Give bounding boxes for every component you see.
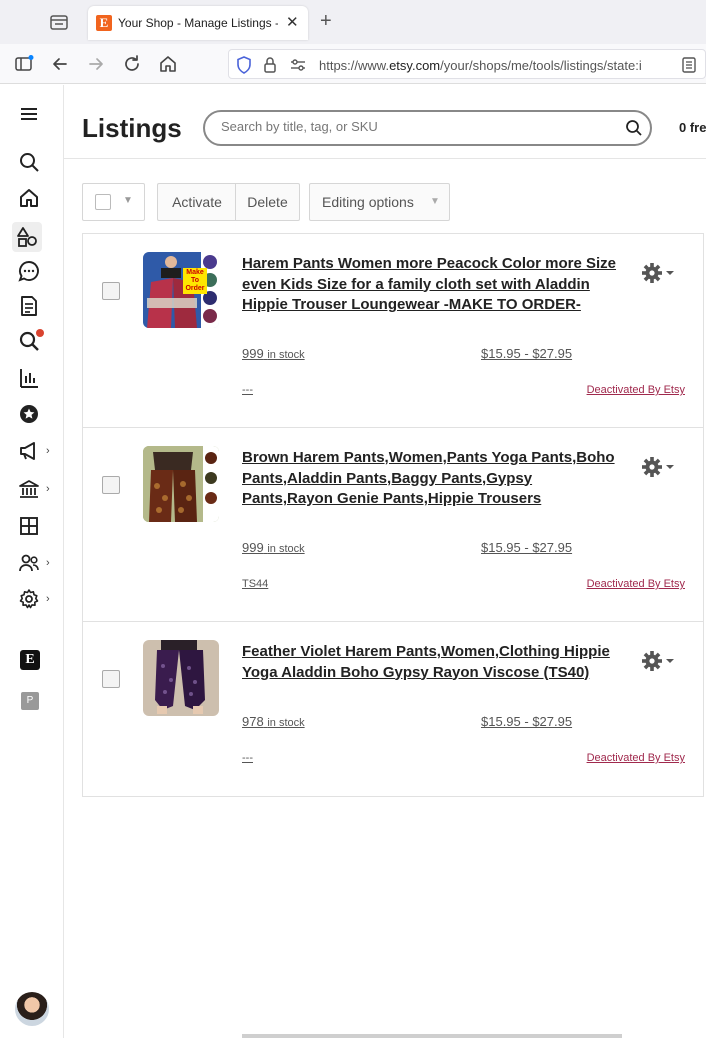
listing-card: Feather Violet Harem Pants,Women,Clothin… xyxy=(83,622,703,796)
price-link[interactable]: $15.95 - $27.95 xyxy=(481,346,572,361)
tracking-protection-shield-icon[interactable] xyxy=(236,56,252,74)
editing-options-label: Editing options xyxy=(322,194,414,210)
listing-checkbox[interactable] xyxy=(102,670,120,688)
search-icon[interactable] xyxy=(625,119,643,137)
select-all-checkbox[interactable] xyxy=(95,194,111,210)
price-link[interactable]: $15.95 - $27.95 xyxy=(481,540,572,555)
listing-checkbox[interactable] xyxy=(102,282,120,300)
avatar[interactable] xyxy=(15,992,49,1026)
next-listing-peek xyxy=(82,1030,704,1038)
community-people-icon[interactable] xyxy=(18,552,42,576)
sku-link[interactable]: TS44 xyxy=(242,578,268,590)
stock-count: 999 xyxy=(242,346,264,361)
listing-card: Brown Harem Pants,Women,Pants Yoga Pants… xyxy=(83,428,703,622)
sku-link[interactable]: --- xyxy=(242,752,253,764)
gear-icon[interactable] xyxy=(641,650,677,672)
listings-list: Make To Order Harem Pants Women more Pea… xyxy=(82,233,704,797)
stock-link[interactable]: 999 in stock xyxy=(242,540,305,555)
chevron-right-icon: › xyxy=(46,483,50,495)
chevron-right-icon: › xyxy=(46,445,50,457)
status-link[interactable]: Deactivated By Etsy xyxy=(587,384,685,396)
listings-icon[interactable] xyxy=(12,222,42,252)
header-divider xyxy=(64,158,706,159)
messages-icon[interactable] xyxy=(18,260,42,284)
activate-button[interactable]: Activate xyxy=(157,183,236,221)
browser-tab-strip: E Your Shop - Manage Listings - E ✕ + xyxy=(0,0,706,44)
sidebar-toggle-icon[interactable] xyxy=(14,54,34,74)
notification-dot xyxy=(36,329,44,337)
search-input[interactable] xyxy=(221,119,611,134)
pattern-badge[interactable]: P xyxy=(21,692,39,710)
search-box[interactable] xyxy=(203,110,652,146)
tab-title: Your Shop - Manage Listings - E xyxy=(118,16,278,30)
listing-thumbnail[interactable]: Make To Order xyxy=(143,252,219,328)
home-icon[interactable] xyxy=(18,187,42,211)
stock-count: 978 xyxy=(242,714,264,729)
price-link[interactable]: $15.95 - $27.95 xyxy=(481,714,572,729)
listing-card: Make To Order Harem Pants Women more Pea… xyxy=(83,234,703,428)
back-icon[interactable] xyxy=(50,54,70,74)
editing-options-button[interactable]: Editing options ▼ xyxy=(309,183,450,221)
stock-label: in stock xyxy=(267,717,305,729)
listing-thumbnail[interactable] xyxy=(143,446,219,522)
next-listing-title-peek xyxy=(242,1034,622,1038)
chevron-down-icon[interactable]: ▼ xyxy=(123,195,133,206)
tab-close-icon[interactable]: ✕ xyxy=(286,13,299,31)
stock-count: 999 xyxy=(242,540,264,555)
tab-list-icon[interactable] xyxy=(48,12,70,32)
settings-gear-icon[interactable] xyxy=(18,588,42,612)
home-icon[interactable] xyxy=(158,54,178,74)
new-tab-icon[interactable]: + xyxy=(320,10,332,33)
stock-link[interactable]: 978 in stock xyxy=(242,714,305,729)
lock-icon[interactable] xyxy=(263,56,277,74)
browser-nav-bar: https://www.etsy.com/your/shops/me/tools… xyxy=(0,44,706,84)
marketing-megaphone-icon[interactable] xyxy=(18,440,42,464)
status-link[interactable]: Deactivated By Etsy xyxy=(587,752,685,764)
url-host: etsy.com xyxy=(389,58,441,73)
stock-link[interactable]: 999 in stock xyxy=(242,346,305,361)
browser-tab-active[interactable]: E Your Shop - Manage Listings - E ✕ xyxy=(88,6,308,40)
listing-checkbox[interactable] xyxy=(102,476,120,494)
url-bar[interactable]: https://www.etsy.com/your/shops/me/tools… xyxy=(228,49,706,79)
etsy-favicon-icon: E xyxy=(96,15,112,31)
gear-icon[interactable] xyxy=(641,262,677,284)
url-path: /your/shops/me/tools/listings/state:i xyxy=(440,58,642,73)
etsy-logo-icon[interactable]: E xyxy=(20,650,40,670)
star-seller-icon[interactable] xyxy=(18,403,42,427)
reload-icon[interactable] xyxy=(122,54,142,74)
chevron-right-icon: › xyxy=(46,557,50,569)
sku-link[interactable]: --- xyxy=(242,384,253,396)
forward-icon[interactable] xyxy=(86,54,106,74)
reader-view-icon[interactable] xyxy=(681,56,697,74)
stock-label: in stock xyxy=(267,349,305,361)
chevron-down-icon: ▼ xyxy=(430,196,440,207)
search-icon[interactable] xyxy=(18,151,42,175)
free-listings-count: 0 free xyxy=(679,120,706,135)
status-link[interactable]: Deactivated By Etsy xyxy=(587,578,685,590)
chevron-right-icon: › xyxy=(46,593,50,605)
listing-title[interactable]: Feather Violet Harem Pants,Women,Clothin… xyxy=(242,642,622,683)
gear-icon[interactable] xyxy=(641,456,677,478)
stats-icon[interactable] xyxy=(18,367,42,391)
url-text[interactable]: https://www.etsy.com/your/shops/me/tools… xyxy=(319,58,642,73)
url-prefix: https://www. xyxy=(319,58,390,73)
delete-button[interactable]: Delete xyxy=(235,183,300,221)
menu-icon[interactable] xyxy=(18,103,42,127)
permissions-icon[interactable] xyxy=(289,57,307,73)
select-all-dropdown[interactable]: ▼ xyxy=(82,183,145,221)
listing-title[interactable]: Harem Pants Women more Peacock Color mor… xyxy=(242,254,622,316)
page-title: Listings xyxy=(82,113,182,143)
stock-label: in stock xyxy=(267,543,305,555)
listing-thumbnail[interactable] xyxy=(143,640,219,716)
orders-icon[interactable] xyxy=(18,295,42,319)
shop-manager-rail: › › › › E P xyxy=(0,85,64,1038)
integrations-grid-icon[interactable] xyxy=(18,515,42,539)
make-to-order-label: Make To Order xyxy=(185,269,205,292)
listing-title[interactable]: Brown Harem Pants,Women,Pants Yoga Pants… xyxy=(242,448,622,510)
finances-bank-icon[interactable] xyxy=(18,478,42,502)
